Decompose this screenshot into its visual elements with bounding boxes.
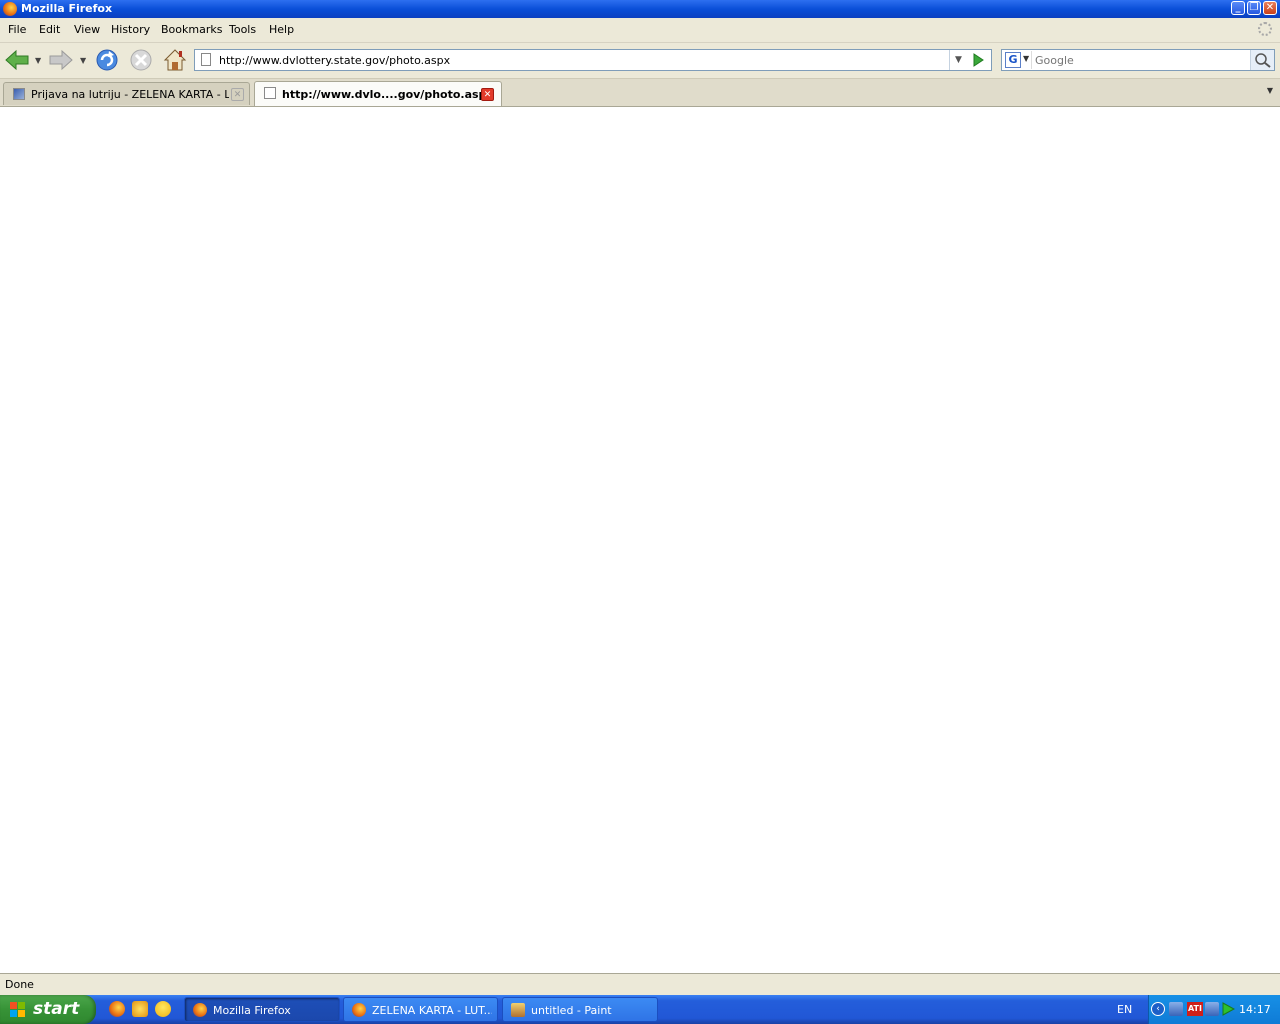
language-indicator[interactable]: EN [1117,1003,1132,1016]
home-icon [163,49,187,71]
network-disconnected-icon[interactable] [1205,1002,1219,1016]
clock[interactable]: 14:17 [1239,1003,1271,1016]
network-icon[interactable] [1169,1002,1183,1016]
search-button[interactable] [1250,50,1274,70]
tab-label: Prijava na lutriju - ZELENA KARTA - LU..… [31,88,229,101]
firefox-icon [3,2,17,16]
menu-tools[interactable]: Tools [229,23,256,36]
reload-icon [96,49,118,71]
task-paint[interactable]: untitled - Paint [502,997,658,1022]
media-play-icon[interactable] [1221,1002,1236,1016]
back-arrow-icon [5,49,29,71]
search-engine-selector[interactable]: G ▼ [1003,51,1032,69]
show-hidden-icons-icon[interactable]: ‹ [1151,1002,1165,1016]
tab-bar: Prijava na lutriju - ZELENA KARTA - LU..… [0,79,1280,107]
start-button[interactable]: start [0,995,96,1024]
window-title-bar[interactable]: Mozilla Firefox _ ❐ ✕ [0,0,1280,18]
menu-file[interactable]: File [8,23,26,36]
stop-button[interactable] [128,47,154,73]
forward-history-dropdown-icon[interactable]: ▼ [80,56,88,65]
firefox-icon [193,1003,207,1017]
reload-button[interactable] [94,47,120,73]
screen: Mozilla Firefox _ ❐ ✕ File Edit View His… [0,0,1280,1024]
url-bar[interactable]: ▼ [194,49,992,71]
task-label: Mozilla Firefox [213,1004,291,1017]
start-label: start [33,999,80,1019]
menu-history[interactable]: History [111,23,150,36]
go-button[interactable] [969,52,987,68]
taskbar: start Mozilla Firefox ZELENA KARTA - LUT… [0,995,1280,1024]
tab-label: http://www.dvlo....gov/photo.aspx [282,88,482,101]
window-title: Mozilla Firefox [21,2,113,15]
back-history-dropdown-icon[interactable]: ▼ [35,56,43,65]
forward-arrow-icon [49,49,73,71]
search-box[interactable]: G ▼ [1001,49,1275,71]
quicklaunch-winamp-icon[interactable] [132,1001,148,1017]
ati-icon[interactable]: ATI [1187,1002,1203,1016]
menu-bar: File Edit View History Bookmarks Tools H… [0,18,1280,43]
page-content[interactable] [0,107,1280,973]
tab-prijava[interactable]: Prijava na lutriju - ZELENA KARTA - LU..… [3,82,250,105]
quicklaunch-messenger-icon[interactable] [155,1001,171,1017]
tab-close-icon[interactable]: ✕ [231,88,244,101]
tab-list-dropdown-icon[interactable]: ▼ [1262,86,1278,100]
firefox-icon [352,1003,366,1017]
url-history-dropdown-icon[interactable]: ▼ [949,50,967,70]
system-tray: ‹ ATI 14:17 [1148,995,1280,1024]
navigation-toolbar: ▼ ▼ http://www.dvlottery.state.gov/photo… [0,43,1280,79]
tab-close-icon[interactable]: ✕ [481,88,494,101]
paint-icon [511,1003,525,1017]
google-icon: G [1005,52,1021,68]
quicklaunch-firefox-icon[interactable] [109,1001,125,1017]
site-favicon-icon [13,88,25,100]
page-icon [201,53,211,66]
menu-help[interactable]: Help [269,23,294,36]
home-button[interactable] [162,47,188,73]
url-input[interactable] [219,52,939,68]
minimize-button[interactable]: _ [1231,1,1245,15]
engine-dropdown-icon: ▼ [1023,54,1030,63]
menu-edit[interactable]: Edit [39,23,60,36]
status-bar: Done [0,973,1280,995]
play-icon [1222,1002,1236,1016]
windows-logo-icon [10,1002,25,1017]
maximize-button[interactable]: ❐ [1247,1,1261,15]
close-window-button[interactable]: ✕ [1263,1,1277,15]
stop-icon [130,49,152,71]
go-arrow-icon [973,53,984,67]
task-label: ZELENA KARTA - LUT... [372,1004,492,1017]
status-text: Done [5,978,34,991]
task-mozilla-firefox[interactable]: Mozilla Firefox [184,997,340,1022]
page-icon [264,87,276,99]
magnifier-icon [1255,53,1271,68]
tab-photo-aspx[interactable]: http://www.dvlo....gov/photo.aspx ✕ [254,81,502,106]
throbber-icon [1258,22,1272,36]
search-input[interactable] [1035,52,1245,68]
menu-view[interactable]: View [74,23,100,36]
back-button[interactable] [4,47,30,73]
task-zelena-karta[interactable]: ZELENA KARTA - LUT... [343,997,498,1022]
menu-bookmarks[interactable]: Bookmarks [161,23,222,36]
task-label: untitled - Paint [531,1004,612,1017]
forward-button[interactable] [48,47,74,73]
